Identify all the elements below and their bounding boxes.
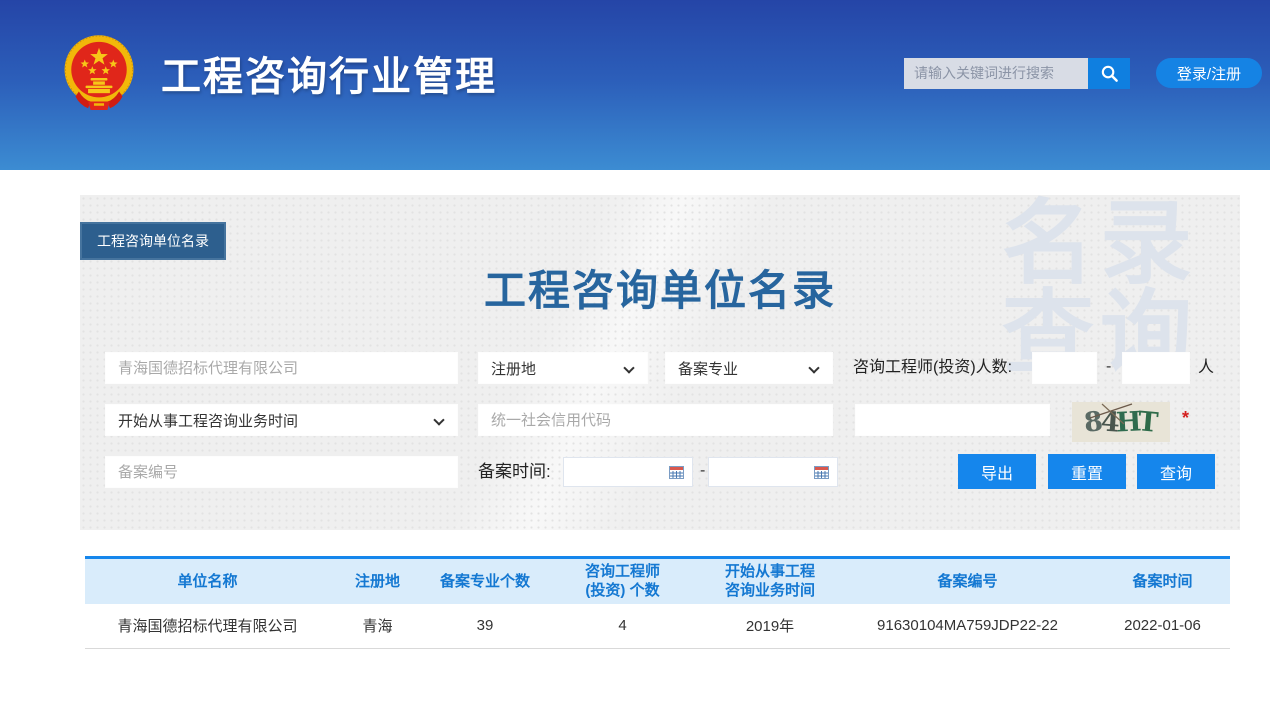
export-button[interactable]: 导出 <box>958 454 1036 489</box>
registration-place-select[interactable]: 注册地 <box>478 352 648 384</box>
record-time-label: 备案时间: <box>478 456 551 488</box>
table-header-row: 单位名称 注册地 备案专业个数 咨询工程师 (投资) 个数 开始从事工程 咨询业… <box>85 558 1230 604</box>
cell-start-time: 2019年 <box>700 604 840 649</box>
start-business-time-select[interactable]: 开始从事工程咨询业务时间 <box>105 404 458 436</box>
engineer-count-max-input[interactable] <box>1122 352 1190 384</box>
column-header-engineer-count: 咨询工程师 (投资) 个数 <box>545 558 700 604</box>
login-register-button[interactable]: 登录/注册 <box>1156 58 1262 88</box>
column-header-specialty-count: 备案专业个数 <box>425 558 545 604</box>
column-header-start-time: 开始从事工程 咨询业务时间 <box>700 558 840 604</box>
table-row[interactable]: 青海国德招标代理有限公司 青海 39 4 2019年 91630104MA759… <box>85 604 1230 649</box>
calendar-icon <box>669 465 684 479</box>
record-number-input[interactable] <box>105 456 458 488</box>
captcha-image[interactable]: 84HT <box>1072 402 1170 442</box>
cell-record-number: 91630104MA759JDP22-22 <box>840 604 1095 649</box>
results-table: 单位名称 注册地 备案专业个数 咨询工程师 (投资) 个数 开始从事工程 咨询业… <box>85 556 1230 649</box>
column-header-record-number: 备案编号 <box>840 558 1095 604</box>
record-specialty-select[interactable]: 备案专业 <box>665 352 833 384</box>
record-time-end-input[interactable] <box>708 457 838 487</box>
range-separator: - <box>700 456 705 488</box>
national-emblem-logo <box>57 31 141 115</box>
column-header-record-time: 备案时间 <box>1095 558 1230 604</box>
tab-unit-directory[interactable]: 工程咨询单位名录 <box>80 222 226 260</box>
site-header: 工程咨询行业管理 登录/注册 <box>0 0 1270 170</box>
search-input[interactable] <box>904 58 1088 89</box>
required-mark: * <box>1182 408 1189 429</box>
engineer-count-label: 咨询工程师(投资)人数: <box>853 352 1012 384</box>
search-button[interactable] <box>1088 58 1130 89</box>
captcha-noise-lines <box>1072 402 1170 442</box>
column-header-registration-place: 注册地 <box>330 558 425 604</box>
credit-code-input[interactable] <box>478 404 833 436</box>
chevron-down-icon <box>623 362 634 373</box>
cell-specialty-count: 39 <box>425 604 545 649</box>
cell-engineer-count: 4 <box>545 604 700 649</box>
search-form: 注册地 备案专业 咨询工程师(投资)人数: - 人 开始从事工程咨询业务时间 8… <box>80 195 1240 530</box>
engineer-count-min-input[interactable] <box>1032 352 1097 384</box>
cell-unit-name: 青海国德招标代理有限公司 <box>85 604 330 649</box>
header-search <box>904 58 1130 89</box>
chevron-down-icon <box>808 362 819 373</box>
query-button[interactable]: 查询 <box>1137 454 1215 489</box>
directory-search-panel: 名录 查询 工程咨询单位名录 工程咨询单位名录 注册地 备案专业 咨询工程师(投… <box>80 195 1240 530</box>
range-separator: - <box>1106 352 1111 384</box>
captcha-input[interactable] <box>855 404 1050 436</box>
cell-registration-place: 青海 <box>330 604 425 649</box>
person-unit-label: 人 <box>1198 352 1214 384</box>
reset-button[interactable]: 重置 <box>1048 454 1126 489</box>
chevron-down-icon <box>433 414 444 425</box>
cell-record-time: 2022-01-06 <box>1095 604 1230 649</box>
column-header-unit-name: 单位名称 <box>85 558 330 604</box>
record-time-start-input[interactable] <box>563 457 693 487</box>
company-name-input[interactable] <box>105 352 458 384</box>
search-icon <box>1100 64 1119 83</box>
calendar-icon <box>814 465 829 479</box>
page-title: 工程咨询行业管理 <box>161 44 497 102</box>
